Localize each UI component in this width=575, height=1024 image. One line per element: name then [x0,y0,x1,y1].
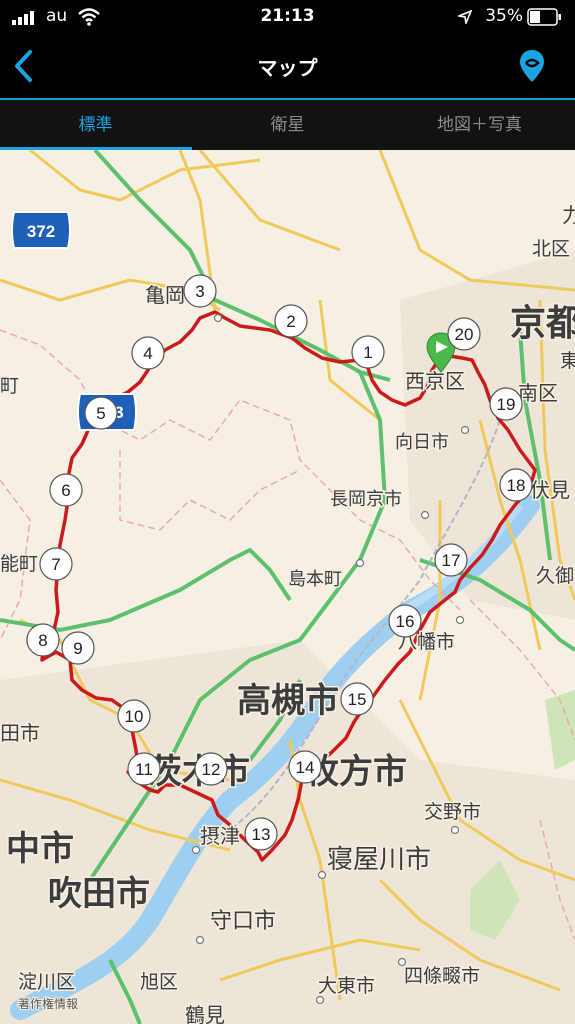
place-label: 中市 [6,829,74,869]
waypoint-marker[interactable]: 15 [340,682,374,716]
waypoint-marker[interactable]: 4 [131,336,165,370]
place-label: 東 [560,350,575,372]
place-label: 北区 [532,238,570,260]
waypoint-marker[interactable]: 10 [117,699,151,733]
waypoint-marker[interactable]: 11 [127,752,161,786]
svg-text:11: 11 [135,760,153,779]
waypoint-marker[interactable]: 8 [26,623,60,657]
place-label: 京都 [510,302,575,344]
place-label: 旭区 [140,971,178,993]
svg-text:12: 12 [202,760,221,779]
svg-text:9: 9 [73,639,82,658]
place-label: 南区 [518,381,558,405]
map-view[interactable]: 372 3 亀岡 北区 京都 西京区 東 南区 向日市 伏見 長岡京市 久御 島… [0,150,575,1024]
place-label: 吹田市 [48,874,150,914]
waypoint-marker[interactable]: 9 [61,631,95,665]
svg-text:10: 10 [125,707,144,726]
status-bar: au 21:13 35% [0,0,575,34]
place-label: 交野市 [424,801,481,823]
battery-icon [527,8,561,26]
waypoint-marker[interactable]: 5 [84,396,118,430]
svg-text:15: 15 [348,690,367,709]
waypoint-marker[interactable]: 19 [489,387,523,421]
waypoint-marker[interactable]: 2 [274,304,308,338]
waypoint-marker[interactable]: 16 [388,604,422,638]
route-shield-372: 372 [11,211,71,249]
place-label: 力 [562,203,575,227]
map-copyright[interactable]: 著作権情報 [17,995,79,1012]
place-label: 田市 [0,721,40,745]
svg-text:13: 13 [252,825,271,844]
place-label: 西京区 [405,369,465,393]
place-label: 能町 [0,553,38,575]
svg-text:14: 14 [296,758,315,777]
svg-text:16: 16 [396,612,415,631]
svg-text:7: 7 [51,555,60,574]
place-label: 寝屋川市 [327,845,431,875]
place-label: 鶴見 [185,1003,225,1024]
waypoint-marker[interactable]: 14 [288,750,322,784]
tab-satellite[interactable]: 衛星 [192,100,383,150]
waypoint-marker[interactable]: 7 [39,547,73,581]
waypoint-marker[interactable]: 17 [434,543,468,577]
place-label: 亀岡 [145,283,185,307]
svg-text:4: 4 [143,344,152,363]
location-arrow-icon [458,10,472,24]
tab-standard[interactable]: 標準 [0,100,191,150]
svg-text:8: 8 [38,631,47,650]
place-label: 大東市 [318,975,375,997]
place-label: 久御 [536,565,574,587]
svg-text:6: 6 [61,481,70,500]
place-label: 伏見 [530,478,570,502]
waypoint-marker[interactable]: 18 [499,468,533,502]
svg-text:19: 19 [497,395,516,414]
svg-text:18: 18 [507,476,526,495]
tab-hybrid[interactable]: 地図＋写真 [384,100,575,150]
place-label: 向日市 [395,432,449,453]
navigation-bar: マップ [0,34,575,100]
svg-text:17: 17 [442,551,461,570]
waypoint-marker[interactable]: 12 [194,752,228,786]
svg-text:1: 1 [363,343,372,362]
place-label: 高槻市 [237,681,339,721]
waypoint-marker[interactable]: 20 [447,317,481,351]
page-title: マップ [257,56,318,80]
place-label: 淀川区 [18,971,75,993]
svg-text:3: 3 [195,282,204,301]
battery-percent: 35% [485,6,523,26]
place-label: 守口市 [210,909,276,934]
waypoint-marker[interactable]: 1 [351,335,385,369]
waypoint-marker[interactable]: 13 [244,817,278,851]
route-pin-icon[interactable] [518,48,546,84]
place-label: 島本町 [288,569,342,590]
svg-text:2: 2 [286,312,295,331]
place-label: 四條畷市 [404,965,480,987]
place-label: 摂津 [200,824,240,848]
place-label: 町 [0,375,19,397]
svg-text:20: 20 [455,325,474,344]
waypoint-marker[interactable]: 6 [49,473,83,507]
svg-text:5: 5 [96,404,105,423]
place-label: 長岡京市 [330,489,402,510]
map-type-tabs: 標準 衛星 地図＋写真 [0,100,575,150]
waypoint-marker[interactable]: 3 [183,274,217,308]
svg-text:372: 372 [27,222,55,241]
